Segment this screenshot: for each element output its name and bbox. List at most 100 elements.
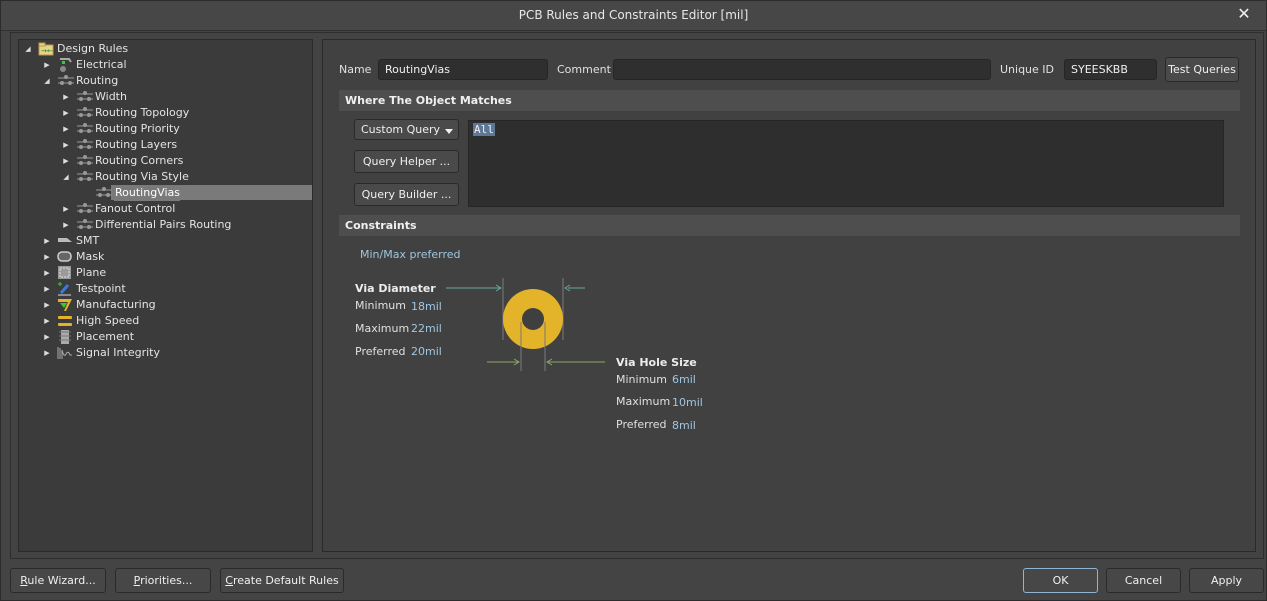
expand-arrow-icon[interactable]: ▶ — [61, 105, 71, 121]
via-diagram — [446, 278, 605, 371]
tree-item-label: Signal Integrity — [76, 346, 160, 359]
expand-arrow-icon[interactable]: ▶ — [42, 345, 52, 361]
tree-item-testpoint[interactable]: ▶ Testpoint — [19, 281, 312, 297]
tree-item-label: Fanout Control — [95, 202, 176, 215]
expand-arrow-icon[interactable]: ▶ — [42, 265, 52, 281]
expand-arrow-icon[interactable]: ▶ — [42, 329, 52, 345]
expand-arrow-icon[interactable]: ▶ — [42, 297, 52, 313]
expand-arrow-icon[interactable]: ▶ — [42, 57, 52, 73]
expand-arrow-icon[interactable]: ▶ — [42, 313, 52, 329]
via-hole-preferred-value[interactable]: 8mil — [672, 419, 696, 432]
via-hole-min-value[interactable]: 6mil — [672, 373, 696, 386]
expand-arrow-icon[interactable]: ▶ — [42, 281, 52, 297]
placement-icon — [57, 330, 73, 344]
folder-rules-icon: →← — [38, 42, 54, 56]
tree-item-design-rules[interactable]: ◢ →← Design Rules — [19, 41, 312, 57]
tree-item-placement[interactable]: ▶ Placement — [19, 329, 312, 345]
via-diameter-preferred-value[interactable]: 20mil — [411, 345, 442, 358]
test-queries-button[interactable]: Test Queries — [1165, 57, 1239, 82]
expand-arrow-icon[interactable]: ▶ — [61, 201, 71, 217]
via-diameter-preferred-label: Preferred — [355, 345, 406, 358]
tree-item-routing-topology[interactable]: ▶ Routing Topology — [19, 105, 312, 121]
via-hole-min-label: Minimum — [616, 373, 667, 386]
query-builder-button[interactable]: Query Builder ... — [354, 183, 459, 206]
tree-item-high-speed[interactable]: ▶ High Speed — [19, 313, 312, 329]
routing-icon — [57, 74, 74, 88]
priorities-button[interactable]: Priorities... — [115, 568, 211, 593]
electrical-icon — [57, 58, 73, 72]
query-editor[interactable]: All — [468, 120, 1224, 207]
create-default-label: reate Default Rules — [232, 574, 339, 587]
routing-icon — [76, 218, 93, 232]
routing-icon — [76, 122, 93, 136]
cancel-button[interactable]: Cancel — [1106, 568, 1181, 593]
routing-icon — [76, 106, 93, 120]
collapse-arrow-icon[interactable]: ◢ — [42, 73, 52, 89]
query-helper-button[interactable]: Query Helper ... — [354, 150, 459, 173]
create-default-rules-button[interactable]: Create Default Rules — [220, 568, 344, 593]
tree-item-label: RoutingVias — [114, 185, 180, 201]
comment-input[interactable] — [613, 59, 991, 80]
close-button[interactable]: ✕ — [1234, 4, 1254, 24]
tree-item-routing-priority[interactable]: ▶ Routing Priority — [19, 121, 312, 137]
ok-button[interactable]: OK — [1023, 568, 1098, 593]
expand-arrow-icon[interactable]: ▶ — [42, 233, 52, 249]
close-icon: ✕ — [1237, 4, 1251, 23]
routing-icon — [95, 186, 112, 200]
expand-arrow-icon[interactable]: ▶ — [61, 89, 71, 105]
name-input[interactable] — [378, 59, 548, 80]
via-diameter-max-value[interactable]: 22mil — [411, 322, 442, 335]
collapse-arrow-icon[interactable]: ◢ — [23, 41, 33, 57]
tree-item-routing[interactable]: ◢ Routing — [19, 73, 312, 89]
rule-properties-panel: Name Comment Unique ID Test Queries Wher… — [322, 39, 1256, 552]
testpoint-icon — [57, 282, 73, 296]
tree-item-label: Manufacturing — [76, 298, 156, 311]
unique-id-input[interactable] — [1064, 59, 1157, 80]
expand-arrow-icon[interactable]: ▶ — [61, 137, 71, 153]
apply-button[interactable]: Apply — [1189, 568, 1264, 593]
tree-item-differential-pairs-routing[interactable]: ▶ Differential Pairs Routing — [19, 217, 312, 233]
tree-item-signal-integrity[interactable]: ▶ Signal Integrity — [19, 345, 312, 361]
expand-arrow-icon[interactable]: ▶ — [61, 121, 71, 137]
rules-tree[interactable]: ◢ →← Design Rules ▶ Electrical ◢ Routing ▶ Width… — [18, 39, 313, 552]
constraints-header: Constraints — [339, 215, 1240, 236]
tree-item-mask[interactable]: ▶ Mask — [19, 249, 312, 265]
expand-arrow-icon[interactable]: ▶ — [61, 217, 71, 233]
via-hole-icon — [522, 308, 544, 330]
tree-item-plane[interactable]: ▶ Plane — [19, 265, 312, 281]
tree-item-label: Routing Corners — [95, 154, 184, 167]
tree-item-routing-corners[interactable]: ▶ Routing Corners — [19, 153, 312, 169]
query-type-dropdown[interactable]: Custom Query — [354, 119, 459, 140]
via-diameter-min-value[interactable]: 18mil — [411, 300, 442, 313]
svg-text:→←: →← — [41, 47, 53, 55]
mask-icon — [57, 250, 73, 264]
tree-item-label: High Speed — [76, 314, 140, 327]
expand-arrow-icon[interactable]: ▶ — [42, 249, 52, 265]
tree-item-routing-layers[interactable]: ▶ Routing Layers — [19, 137, 312, 153]
tree-item-manufacturing[interactable]: ▶ Manufacturing — [19, 297, 312, 313]
where-object-matches-header: Where The Object Matches — [339, 90, 1240, 111]
tree-item-electrical[interactable]: ▶ Electrical — [19, 57, 312, 73]
plane-icon — [57, 266, 73, 280]
title-bar: PCB Rules and Constraints Editor [mil] ✕ — [1, 1, 1266, 31]
chevron-down-icon — [445, 129, 453, 134]
routing-icon — [76, 154, 93, 168]
tree-item-label: Routing Topology — [95, 106, 190, 119]
tree-item-routingvias[interactable]: RoutingVias — [19, 185, 312, 201]
tree-item-fanout-control[interactable]: ▶ Fanout Control — [19, 201, 312, 217]
collapse-arrow-icon[interactable]: ◢ — [61, 169, 71, 185]
tree-item-smt[interactable]: ▶ SMT — [19, 233, 312, 249]
tree-item-label: Routing Via Style — [95, 170, 189, 183]
expand-arrow-icon[interactable]: ▶ — [61, 153, 71, 169]
tree-item-width[interactable]: ▶ Width — [19, 89, 312, 105]
smt-icon — [57, 234, 73, 248]
high-speed-icon — [57, 314, 73, 328]
tree-item-label: Routing Priority — [95, 122, 180, 135]
query-text: All — [473, 123, 495, 136]
via-hole-max-value[interactable]: 10mil — [672, 396, 703, 409]
via-diameter-max-label: Maximum — [355, 322, 410, 335]
tree-item-label: Placement — [76, 330, 135, 343]
tree-item-label: Testpoint — [76, 282, 126, 295]
rule-wizard-button[interactable]: Rule Wizard... — [10, 568, 106, 593]
tree-item-routing-via-style[interactable]: ◢ Routing Via Style — [19, 169, 312, 185]
